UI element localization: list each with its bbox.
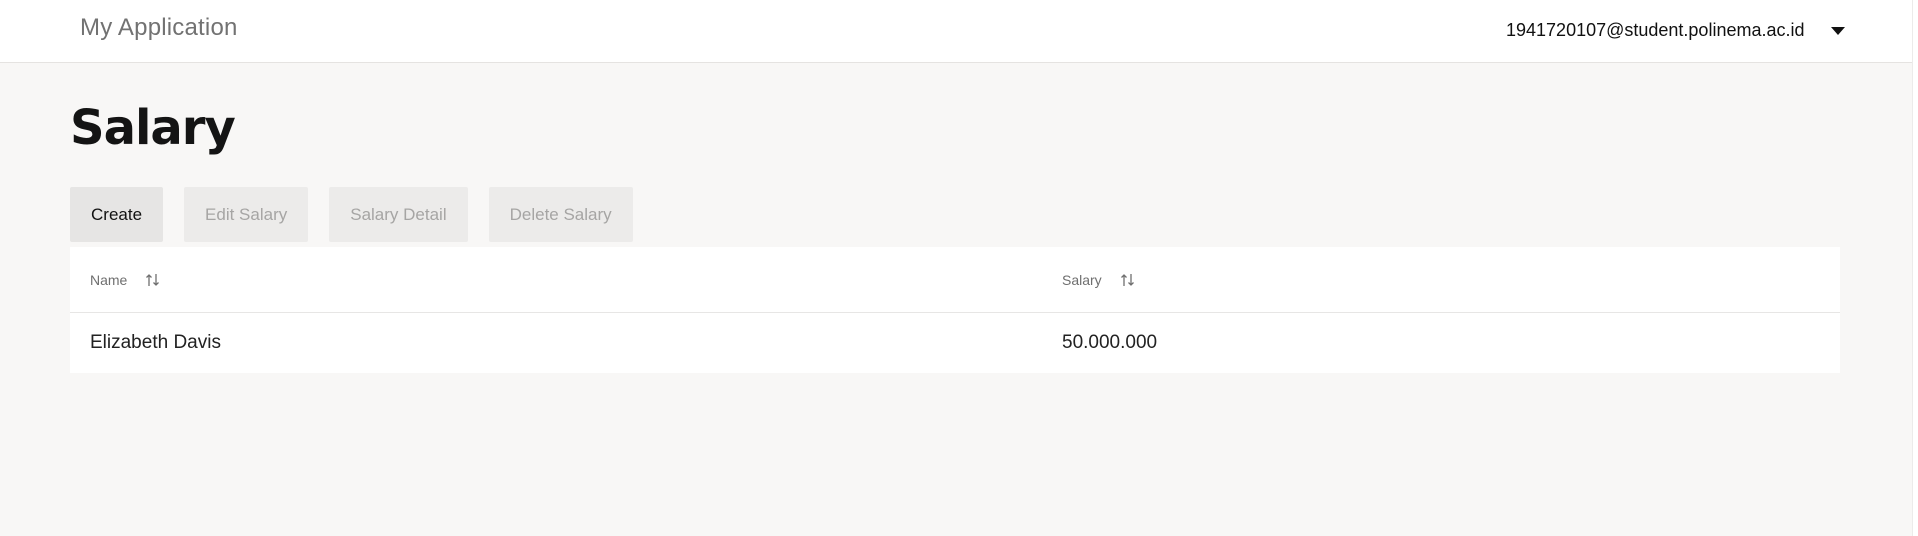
- app-header: My Application 1941720107@student.poline…: [0, 0, 1912, 63]
- sort-icon[interactable]: [1120, 272, 1136, 288]
- page-title: Salary: [70, 100, 236, 156]
- column-header-salary[interactable]: Salary: [1062, 272, 1840, 288]
- column-header-name[interactable]: Name: [70, 272, 1062, 288]
- chevron-down-icon[interactable]: [1830, 26, 1845, 35]
- column-header-label: Salary: [1062, 271, 1102, 288]
- create-button[interactable]: Create: [70, 187, 164, 242]
- edit-salary-button[interactable]: Edit Salary: [184, 187, 309, 242]
- table-header-row: Name Salary: [70, 247, 1840, 313]
- user-menu[interactable]: 1941720107@student.polinema.ac.id: [1506, 20, 1845, 41]
- salary-detail-button[interactable]: Salary Detail: [329, 187, 468, 242]
- scrollbar[interactable]: [1912, 0, 1918, 536]
- salary-table: Name Salary Elizabeth Davis 50.000.000: [70, 247, 1840, 373]
- column-header-label: Name: [90, 271, 128, 288]
- cell-name: Elizabeth Davis: [90, 332, 221, 353]
- app-title[interactable]: My Application: [80, 14, 238, 42]
- delete-salary-button[interactable]: Delete Salary: [488, 187, 633, 242]
- table-row[interactable]: Elizabeth Davis 50.000.000: [70, 313, 1840, 373]
- user-email[interactable]: 1941720107@student.polinema.ac.id: [1506, 20, 1805, 41]
- sort-icon[interactable]: [145, 272, 161, 288]
- toolbar: Create Edit Salary Salary Detail Delete …: [70, 187, 633, 242]
- cell-salary: 50.000.000: [1062, 332, 1158, 353]
